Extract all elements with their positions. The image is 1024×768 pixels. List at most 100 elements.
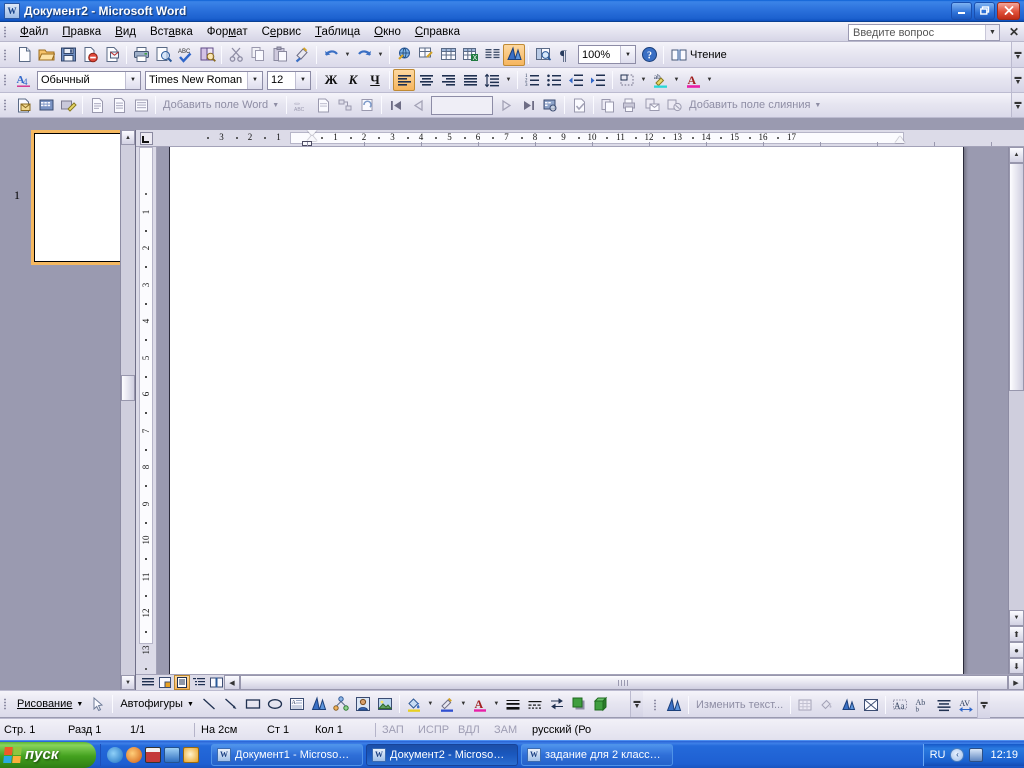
line-icon[interactable] (198, 693, 220, 715)
edit-wordart-text-button[interactable]: Изменить текст... (692, 694, 787, 716)
menu-table[interactable]: Таблица (308, 24, 367, 40)
first-record-icon[interactable] (385, 94, 407, 116)
formatting-toolbar-grip[interactable] (2, 72, 10, 88)
status-track-changes[interactable]: ИСПР (414, 724, 454, 736)
zoom-combo[interactable]: 100% ▼ (578, 45, 636, 64)
highlight-dropdown-arrow-icon[interactable]: ▼ (671, 69, 682, 91)
cut-scissors-icon[interactable] (225, 44, 247, 66)
merge-to-email-icon[interactable] (641, 94, 663, 116)
hyperlink-icon[interactable] (393, 44, 415, 66)
start-button[interactable]: пуск (0, 741, 96, 768)
bulleted-list-icon[interactable] (543, 69, 565, 91)
select-objects-icon[interactable] (87, 693, 109, 715)
increase-indent-icon[interactable] (587, 69, 609, 91)
close-document-button[interactable]: ✕ (1009, 25, 1019, 39)
previous-record-icon[interactable] (407, 94, 429, 116)
right-indent-marker[interactable] (895, 136, 905, 143)
open-data-source-icon[interactable] (35, 94, 57, 116)
document-map-icon[interactable] (532, 44, 554, 66)
spellcheck-icon[interactable]: ABC (174, 44, 196, 66)
3d-style-icon[interactable] (590, 693, 612, 715)
menu-tools[interactable]: Сервис (255, 24, 308, 40)
text-wrapping-icon[interactable] (860, 694, 882, 716)
drawing-toolbar-toggle-icon[interactable] (503, 43, 525, 66)
line-color-icon[interactable] (436, 693, 458, 715)
redo-icon[interactable] (353, 44, 375, 66)
font-color-dropdown-arrow-icon[interactable]: ▼ (704, 69, 715, 91)
wordart-gallery-icon[interactable] (794, 694, 816, 716)
status-overtype[interactable]: ЗАМ (490, 724, 528, 736)
wordart-toolbar-options[interactable]: ▬ ▼ (977, 691, 991, 718)
last-record-icon[interactable] (517, 94, 539, 116)
clock-icon[interactable] (183, 746, 199, 763)
status-extend-selection[interactable]: ВДЛ (454, 724, 490, 736)
insert-excel-sheet-icon[interactable]: X (459, 44, 481, 66)
format-painter-icon[interactable] (291, 44, 313, 66)
restore-button[interactable] (974, 1, 995, 20)
chevron-down-icon[interactable]: ▼ (187, 701, 194, 708)
document-page[interactable] (169, 147, 964, 674)
status-language[interactable]: русский (Ро (528, 724, 595, 736)
show-hidden-icons-button[interactable]: ‹ (950, 747, 965, 762)
font-color-icon[interactable]: A (469, 693, 491, 715)
left-tab-stop-icon[interactable] (140, 131, 153, 145)
view-print[interactable] (174, 675, 190, 690)
show-formatting-marks-icon[interactable]: ¶ (554, 44, 576, 66)
show-desktop-icon[interactable] (164, 746, 180, 763)
print-icon[interactable] (130, 44, 152, 66)
merge-to-printer-icon[interactable] (619, 94, 641, 116)
save-icon[interactable] (57, 44, 79, 66)
paste-icon[interactable] (269, 44, 291, 66)
scroll-down-button[interactable]: ▼ (1009, 610, 1024, 626)
dash-style-icon[interactable] (524, 693, 546, 715)
font-size-combo[interactable]: 12 ▼ (267, 70, 311, 90)
align-left-icon[interactable] (393, 69, 415, 91)
network-icon[interactable] (969, 747, 984, 762)
match-fields-icon[interactable] (334, 94, 356, 116)
tables-borders-icon[interactable] (415, 44, 437, 66)
undo-icon[interactable] (320, 44, 342, 66)
add-word-field-button[interactable]: Добавить поле Word ▼ (159, 94, 283, 116)
oval-icon[interactable] (264, 693, 286, 715)
close-button[interactable] (997, 1, 1020, 20)
insert-table-icon[interactable] (437, 44, 459, 66)
internet-explorer-icon[interactable] (107, 746, 123, 763)
scroll-track[interactable] (240, 675, 1008, 690)
fill-color-icon[interactable] (403, 693, 425, 715)
chevron-down-icon[interactable]: ▼ (247, 71, 262, 89)
mailmerge-setup-icon[interactable] (13, 94, 35, 116)
chevron-down-icon[interactable]: ▼ (76, 701, 83, 708)
update-labels-icon[interactable] (356, 94, 378, 116)
line-spacing-dropdown-arrow-icon[interactable]: ▼ (503, 69, 514, 91)
menu-insert[interactable]: Вставка (143, 24, 200, 40)
drawing-toolbar-grip[interactable] (2, 696, 10, 712)
xp-calendar-icon[interactable] (145, 746, 161, 763)
drawing-toolbar-options[interactable]: ▬ ▼ (630, 691, 643, 717)
horizontal-scrollbar[interactable]: ◀ ▶ (224, 675, 1024, 690)
open-folder-icon[interactable] (35, 44, 57, 66)
greeting-line-icon[interactable] (108, 94, 130, 116)
wordart-shape-icon[interactable] (838, 694, 860, 716)
thumbnails-scrollbar[interactable]: ▲ ▼ (120, 130, 135, 690)
scroll-track[interactable] (121, 145, 135, 675)
view-reading[interactable] (208, 675, 224, 690)
taskbar-item-document2[interactable]: W Документ2 - Microso… (366, 743, 518, 766)
scroll-track[interactable] (1009, 163, 1024, 610)
italic-button[interactable]: К (342, 69, 364, 91)
edit-recipients-icon[interactable] (57, 94, 79, 116)
wordart-same-letter-heights-icon[interactable]: Aa (889, 694, 911, 716)
borders-dropdown-arrow-icon[interactable]: ▼ (638, 69, 649, 91)
decrease-indent-icon[interactable] (565, 69, 587, 91)
chevron-down-icon[interactable]: ▼ (295, 71, 310, 89)
minimize-button[interactable] (951, 1, 972, 20)
scroll-thumb[interactable] (1009, 163, 1024, 391)
align-right-icon[interactable] (437, 69, 459, 91)
mailmerge-toolbar-options[interactable]: ▬ ▼ (1011, 93, 1024, 117)
rectangle-icon[interactable] (242, 693, 264, 715)
next-record-icon[interactable] (495, 94, 517, 116)
line-spacing-icon[interactable] (481, 69, 503, 91)
tab-stop-selector[interactable] (136, 130, 157, 147)
scroll-up-button[interactable]: ▲ (121, 130, 135, 145)
view-normal[interactable] (140, 675, 156, 690)
thumbnail-page-1[interactable] (31, 130, 125, 265)
